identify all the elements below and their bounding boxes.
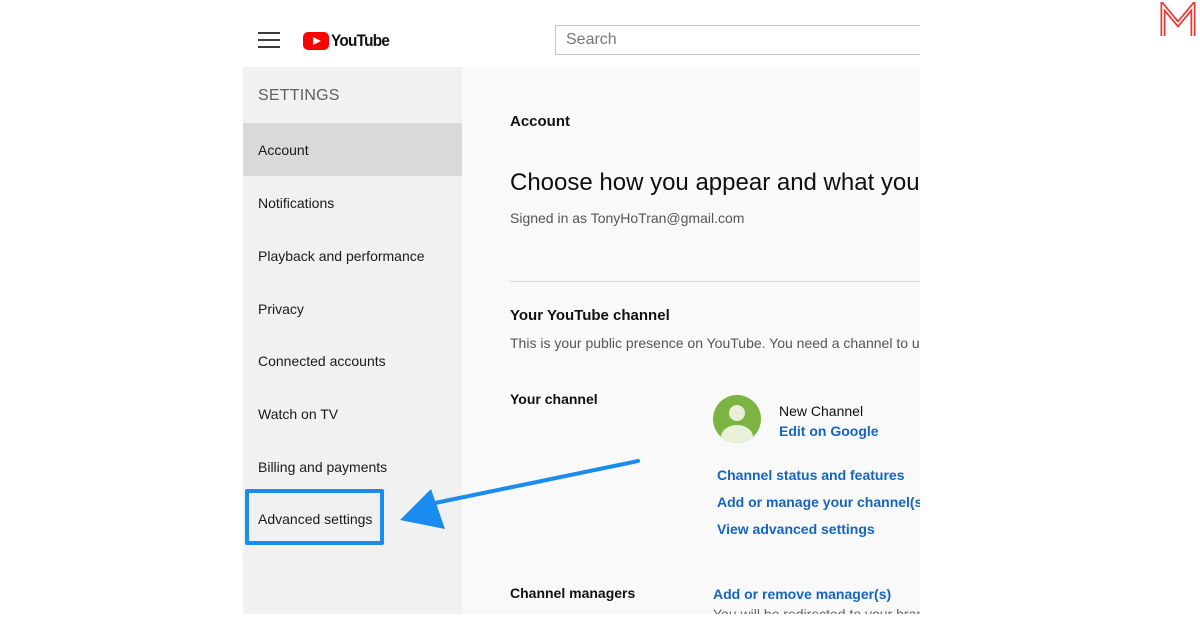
your-channel-label: Your channel [510,391,598,407]
sidebar-item-label: Connected accounts [258,352,386,369]
brand-logo-icon [1160,2,1196,36]
channel-managers-label: Channel managers [510,585,636,601]
page-headline: Choose how you appear and what you se [510,169,920,196]
divider [510,281,920,282]
search-input[interactable] [555,25,920,55]
channel-description: This is your public presence on YouTube.… [510,335,920,351]
highlight-box [245,489,384,545]
sidebar-item-playback[interactable]: Playback and performance [243,229,462,282]
channel-heading: Your YouTube channel [510,307,670,324]
youtube-logo-text: YouTube [331,31,390,50]
sidebar-item-label: Privacy [258,300,304,317]
sidebar-item-label: Account [258,141,309,158]
sidebar-item-label: Billing and payments [258,458,388,475]
hamburger-menu-icon[interactable] [258,32,280,48]
youtube-logo[interactable]: YouTube [303,31,396,51]
sidebar-item-privacy[interactable]: Privacy [243,282,462,335]
youtube-play-icon [303,32,329,50]
sidebar-item-label: Playback and performance [258,247,425,264]
manage-channels-link[interactable]: Add or manage your channel(s) [717,494,920,510]
sidebar-item-watch-on-tv[interactable]: Watch on TV [243,387,462,440]
sidebar-title: SETTINGS [258,87,340,104]
section-label: Account [510,113,570,130]
managers-note: You will be redirected to your brand [713,606,920,614]
sidebar-item-connected-accounts[interactable]: Connected accounts [243,334,462,387]
sidebar-item-account[interactable]: Account [243,123,462,176]
signed-in-text: Signed in as TonyHoTran@gmail.com [510,210,745,226]
channel-status-link[interactable]: Channel status and features [717,467,905,483]
channel-name: New Channel [779,403,864,419]
edit-on-google-link[interactable]: Edit on Google [779,423,879,439]
sidebar-item-label: Watch on TV [258,405,339,422]
sidebar-item-label: Notifications [258,194,335,211]
view-advanced-settings-link[interactable]: View advanced settings [717,521,875,537]
avatar [713,395,761,443]
sidebar-item-notifications[interactable]: Notifications [243,176,462,229]
annotation-arrow-icon [400,459,640,529]
add-remove-managers-link[interactable]: Add or remove manager(s) [713,586,891,602]
